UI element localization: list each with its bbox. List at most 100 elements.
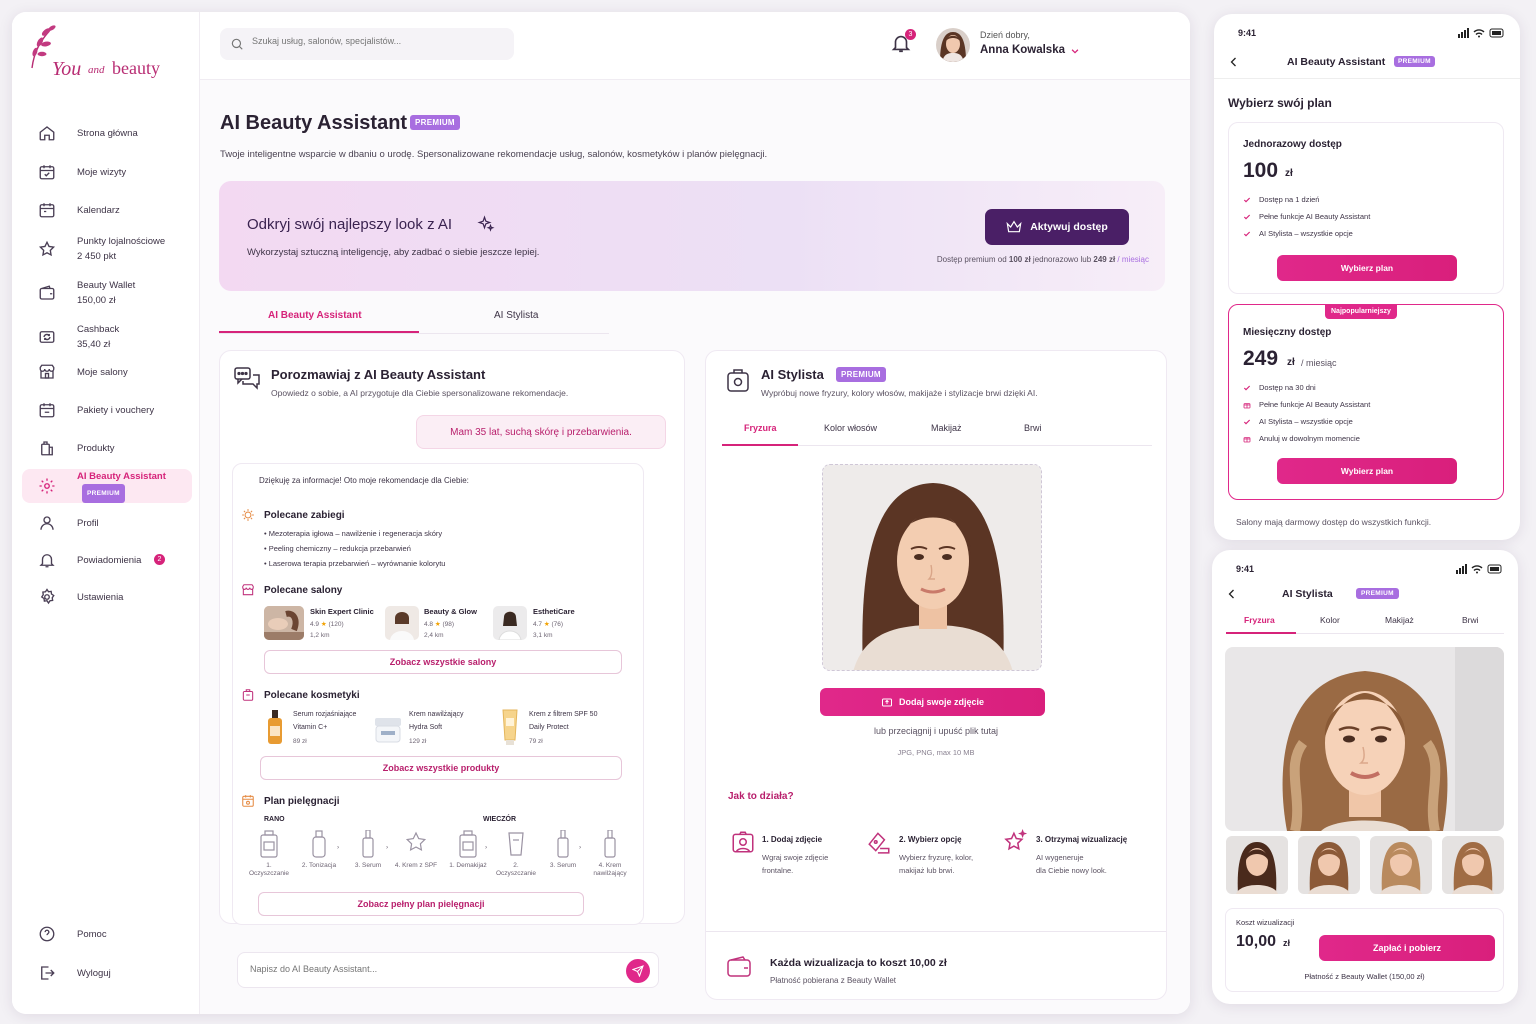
sidebar-item-settings[interactable]: Ustawienia — [22, 582, 192, 612]
tab-brows[interactable]: Brwi — [1024, 423, 1042, 433]
morning-label: RANO — [264, 816, 285, 823]
variant-thumbnail[interactable] — [1298, 836, 1360, 894]
pricing-note: Dostęp premium od 100 zł jednorazowo lub… — [937, 255, 1149, 264]
check-icon — [1243, 231, 1251, 236]
plan-feature: Anuluj w dowolnym momencie — [1243, 434, 1360, 443]
sidebar-item-home[interactable]: Strona główna — [22, 118, 192, 148]
voucher-icon — [39, 403, 55, 418]
salon-reviews: (120) — [328, 621, 344, 628]
search-icon — [231, 38, 243, 50]
back-arrow-icon[interactable] — [1226, 588, 1238, 600]
sidebar-item-wallet[interactable]: Beauty Wallet 150,00 zł — [22, 275, 192, 311]
pay-and-download-button[interactable]: Zapłać i pobierz — [1319, 935, 1495, 961]
tab-makeup[interactable]: Makijaż — [1385, 615, 1414, 625]
tab-bar: AI Beauty Assistant AI Stylista — [219, 298, 609, 334]
see-all-products-button[interactable]: Zobacz wszystkie produkty — [260, 756, 622, 780]
choose-plan-button[interactable]: Wybierz plan — [1277, 458, 1457, 484]
add-photo-button[interactable]: Dodaj swoje zdjęcie — [820, 688, 1045, 716]
how-step-desc: makijaż lub brwi. — [899, 866, 955, 875]
salon-reviews: (76) — [551, 621, 564, 628]
greeting-text: Dzień dobry, — [980, 30, 1030, 40]
chat-subtitle: Opowiedz o sobie, a AI przygotuje dla Ci… — [271, 388, 569, 398]
notification-count-badge: 3 — [905, 29, 916, 40]
promo-text: Wykorzystaj sztuczną inteligencję, aby z… — [247, 247, 540, 258]
sidebar-item-calendar[interactable]: Kalendarz — [22, 195, 192, 225]
serum-icon — [362, 830, 374, 858]
variant-photo — [1442, 836, 1504, 894]
salon-reviews: (98) — [442, 621, 455, 628]
see-all-salons-button[interactable]: Zobacz wszystkie salony — [264, 650, 622, 674]
sidebar-item-ai-assistant[interactable]: AI Beauty Assistant PREMIUM — [22, 469, 192, 503]
choose-plan-button[interactable]: Wybierz plan — [1277, 255, 1457, 281]
tab-ai-stylist[interactable]: AI Stylista — [494, 310, 538, 321]
avatar[interactable] — [936, 28, 970, 62]
arrow-icon: › — [579, 844, 582, 851]
stylist-preview-photo — [1225, 647, 1504, 831]
tab-color[interactable]: Kolor — [1320, 615, 1340, 625]
chevron-down-icon[interactable] — [1070, 46, 1080, 56]
variant-thumbnail[interactable] — [1226, 836, 1288, 894]
tab-brows[interactable]: Brwi — [1462, 615, 1479, 625]
chat-message-input[interactable] — [250, 964, 610, 974]
sidebar-item-logout[interactable]: Wyloguj — [22, 958, 192, 988]
salon-name: EsthetiCare — [533, 607, 575, 616]
see-full-care-plan-button[interactable]: Zobacz pełny plan pielęgnacji — [258, 892, 584, 916]
user-message: Mam 35 lat, suchą skórę i przebarwienia. — [416, 415, 666, 449]
notifications-button[interactable]: 3 — [890, 29, 916, 54]
salons-free-note: Salony mają darmowy dostęp do wszystkich… — [1236, 517, 1432, 527]
sidebar-item-appointments[interactable]: Moje wizyty — [22, 157, 192, 187]
tab-hairstyle[interactable]: Fryzura — [744, 423, 777, 433]
sidebar-item-vouchers[interactable]: Pakiety i vouchery — [22, 395, 192, 425]
status-time: 9:41 — [1238, 28, 1257, 38]
sidebar: You and beauty Strona główna Moje wizyty… — [12, 12, 200, 1014]
settings-icon — [40, 588, 55, 605]
brand-you: You — [52, 58, 82, 80]
plan-card-one-time: Jednorazowy dostęp 100 zł Dostęp na 1 dz… — [1228, 122, 1504, 294]
brand-and: and — [88, 64, 105, 76]
promo-heading: Odkryj swój najlepszy look z AI — [247, 216, 453, 233]
chat-input-box[interactable] — [237, 952, 659, 988]
sidebar-item-loyalty[interactable]: Punkty lojalnościowe 2 450 pkt — [22, 231, 192, 267]
store-icon — [39, 364, 55, 379]
user-name[interactable]: Anna Kowalska — [980, 44, 1065, 56]
sidebar-item-cashback[interactable]: Cashback 35,40 zł — [22, 319, 192, 355]
sidebar-item-help[interactable]: Pomoc — [22, 919, 192, 949]
treatment-item: • Peeling chemiczny – redukcja przebarwi… — [264, 544, 411, 553]
cream-jar-icon — [375, 718, 401, 743]
phone-plans-screen: 9:41 AI Beauty Assistant PREMIUM Wybierz… — [1214, 14, 1520, 540]
plan-feature-text: Dostęp na 30 dni — [1259, 383, 1316, 392]
sidebar-item-salons[interactable]: Moje salony — [22, 357, 192, 387]
tab-hair-color[interactable]: Kolor włosów — [824, 423, 877, 433]
treatment-item: • Mezoterapia igłowa – nawilżenie i rege… — [264, 529, 443, 538]
notification-count-badge: 2 — [154, 554, 165, 565]
step-label: 4. Krem nawilżający — [593, 862, 627, 877]
crown-icon — [1006, 220, 1022, 233]
salon-name: Beauty & Glow — [424, 607, 477, 616]
product-variant: Vitamin C+ — [293, 724, 328, 731]
plan-card-monthly: Najpopularniejszy Miesięczny dostęp 249 … — [1228, 304, 1504, 500]
tab-hairstyle[interactable]: Fryzura — [1244, 615, 1275, 625]
brand-logo[interactable]: You and beauty — [24, 22, 184, 86]
variant-photo — [1370, 836, 1432, 894]
sidebar-item-notifications[interactable]: Powiadomienia 2 — [22, 545, 192, 575]
step-label: 2. Oczyszczanie — [495, 862, 537, 877]
bag-icon — [41, 441, 53, 456]
search-box[interactable] — [220, 28, 514, 60]
sidebar-item-profile[interactable]: Profil — [22, 508, 192, 538]
pricing-note-price2: 249 zł — [1093, 255, 1116, 264]
plan-feature-text: Dostęp na 1 dzień — [1259, 195, 1320, 204]
chat-title: Porozmawiaj z AI Beauty Assistant — [271, 367, 486, 382]
salon-rating: 4.7 — [533, 621, 543, 628]
search-input[interactable] — [252, 36, 502, 46]
plan-name: Jednorazowy dostęp — [1243, 139, 1342, 150]
tab-makeup[interactable]: Makijaż — [931, 423, 962, 433]
activate-access-button[interactable]: Aktywuj dostęp — [985, 209, 1129, 245]
active-tab-indicator — [1226, 632, 1296, 634]
send-button[interactable] — [626, 959, 650, 983]
sidebar-item-products[interactable]: Produkty — [22, 433, 192, 463]
tab-ai-assistant[interactable]: AI Beauty Assistant — [268, 310, 362, 321]
photo-dropzone[interactable] — [822, 464, 1042, 671]
variant-thumbnail[interactable] — [1442, 836, 1504, 894]
variant-thumbnail[interactable] — [1370, 836, 1432, 894]
back-arrow-icon[interactable] — [1228, 56, 1240, 68]
